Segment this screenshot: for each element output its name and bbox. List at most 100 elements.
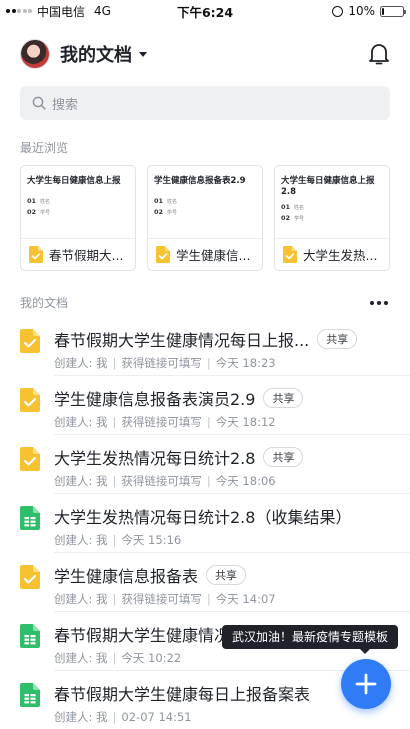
header: 我的文档 (0, 22, 410, 86)
create-button[interactable] (341, 659, 391, 709)
doc-title: 大学生发热情况每日统计2.8 (54, 449, 256, 468)
signal-icon (6, 9, 32, 13)
preview-title: 大学生每日健康信息上报2.8 (281, 176, 375, 198)
doc-list-item[interactable]: 大学生发热情况每日统计2.8 共享 创建人: 我 | 获得链接可填写 | 今天 18:06 (0, 435, 410, 494)
doc-meta: 创建人: 我 | 今天 15:16 (54, 532, 410, 548)
search-icon (32, 96, 46, 110)
status-bar: 中国电信 4G 下午6:24 10% (0, 0, 410, 22)
doc-creator: 创建人: 我 (54, 474, 108, 488)
page-title[interactable]: 我的文档 (60, 41, 132, 67)
doc-title-line: 大学生发热情况每日统计2.8（收集结果） (54, 503, 410, 529)
doc-meta: 创建人: 我 | 获得链接可填写 | 今天 18:06 (54, 473, 410, 489)
doc-creator: 创建人: 我 (54, 415, 108, 429)
doc-link-permission: 获得链接可填写 (121, 592, 202, 606)
form-doc-icon (20, 565, 40, 589)
doc-creator: 创建人: 我 (54, 651, 108, 665)
recent-card-footer: 大学生发热... (275, 239, 389, 270)
preview-title: 大学生每日健康信息上报 (27, 176, 121, 186)
doc-title: 春节假期大学生健康情况 (54, 626, 231, 645)
doc-title-line: 学生健康信息报备表 共享 (54, 562, 410, 588)
form-doc-icon (156, 246, 170, 263)
chevron-down-icon[interactable] (139, 51, 147, 57)
avatar[interactable] (20, 39, 50, 69)
docs-section-header: 我的文档 (0, 294, 410, 311)
doc-list-item[interactable]: 大学生发热情况每日统计2.8（收集结果） 创建人: 我 | 今天 15:16 (0, 494, 410, 553)
doc-time: 02-07 14:51 (121, 710, 192, 724)
doc-link-permission: 获得链接可填写 (121, 415, 202, 429)
sheet-doc-icon (20, 624, 40, 648)
meta-separator: | (206, 592, 211, 606)
meta-separator: | (112, 474, 117, 488)
doc-link-permission: 获得链接可填写 (121, 474, 202, 488)
doc-title: 学生健康信息报备表 (54, 567, 199, 586)
recent-card-preview: 大学生每日健康信息上报2.8 01 姓名 02 学号 (275, 166, 389, 239)
form-doc-icon (20, 388, 40, 412)
search-placeholder: 搜索 (52, 97, 79, 113)
doc-meta: 创建人: 我 | 02-07 14:51 (54, 709, 410, 725)
doc-time: 今天 14:07 (215, 592, 276, 606)
recent-card-preview: 大学生每日健康信息上报 01 姓名 02 学号 (21, 166, 135, 239)
recent-list: 大学生每日健康信息上报 01 姓名 02 学号 春节假期大... 学生健康信息报备表… (0, 165, 410, 271)
meta-separator: | (112, 710, 117, 724)
doc-list-item[interactable]: 学生健康信息报备表演员2.9 共享 创建人: 我 | 获得链接可填写 | 今天 18:12 (0, 376, 410, 435)
orientation-lock-icon (332, 5, 344, 17)
meta-separator: | (112, 651, 117, 665)
doc-list-item[interactable]: 春节假期大学生健康情况每日上报... 共享 创建人: 我 | 获得链接可填写 | 今天 1… (0, 317, 410, 376)
shared-badge: 共享 (263, 447, 304, 467)
recent-card[interactable]: 大学生每日健康信息上报2.8 01 姓名 02 学号 大学生发热... (274, 165, 390, 271)
doc-title-line: 学生健康信息报备表演员2.9 共享 (54, 385, 410, 411)
battery-percent: 10% (348, 4, 375, 18)
form-doc-icon (20, 447, 40, 471)
doc-title-line: 大学生发热情况每日统计2.8 共享 (54, 444, 410, 470)
recent-card-preview: 学生健康信息报备表2.9 01 姓名 02 学号 (148, 166, 262, 239)
doc-time: 今天 18:06 (215, 474, 276, 488)
recent-card-name: 春节假期大... (49, 248, 124, 263)
recent-card-name: 大学生发热... (303, 248, 378, 263)
recent-card-footer: 学生健康信... (148, 239, 262, 270)
doc-time: 今天 10:22 (121, 651, 182, 665)
meta-separator: | (112, 533, 117, 547)
doc-title: 春节假期大学生健康情况每日上报... (54, 331, 310, 350)
docs-section-label: 我的文档 (20, 296, 69, 310)
doc-link-permission: 获得链接可填写 (121, 356, 202, 370)
doc-text: 春节假期大学生健康情况每日上报... 共享 创建人: 我 | 获得链接可填写 | 今天 1… (54, 326, 410, 376)
recent-card-footer: 春节假期大... (21, 239, 135, 270)
recent-card[interactable]: 大学生每日健康信息上报 01 姓名 02 学号 春节假期大... (20, 165, 136, 271)
network-label: 4G (94, 4, 111, 18)
doc-title-line: 春节假期大学生健康情况每日上报... 共享 (54, 326, 410, 352)
meta-separator: | (112, 592, 117, 606)
template-tooltip[interactable]: 武汉加油！最新疫情专题模板 (222, 625, 399, 654)
sheet-doc-icon (20, 506, 40, 530)
doc-meta: 创建人: 我 | 获得链接可填写 | 今天 18:12 (54, 414, 410, 430)
clock: 下午6:24 (176, 4, 234, 20)
doc-list-item[interactable]: 学生健康信息报备表 共享 创建人: 我 | 获得链接可填写 | 今天 14:07 (0, 553, 410, 612)
doc-creator: 创建人: 我 (54, 356, 108, 370)
meta-separator: | (206, 415, 211, 429)
doc-text: 学生健康信息报备表演员2.9 共享 创建人: 我 | 获得链接可填写 | 今天 18:12 (54, 385, 410, 435)
doc-creator: 创建人: 我 (54, 592, 108, 606)
preview-title: 学生健康信息报备表2.9 (154, 176, 246, 186)
shared-badge: 共享 (263, 388, 304, 408)
doc-title: 春节假期大学生健康每日上报备案表 (54, 685, 311, 704)
more-icon[interactable] (370, 300, 388, 305)
form-doc-icon (20, 329, 40, 353)
meta-separator: | (112, 415, 117, 429)
sheet-doc-icon (20, 683, 40, 707)
search-input[interactable]: 搜索 (20, 86, 390, 120)
doc-text: 大学生发热情况每日统计2.8（收集结果） 创建人: 我 | 今天 15:16 (54, 503, 410, 553)
doc-title: 学生健康信息报备表演员2.9 (54, 390, 256, 409)
plus-icon (355, 673, 377, 695)
recent-card-name: 学生健康信... (176, 248, 251, 263)
doc-meta: 创建人: 我 | 获得链接可填写 | 今天 14:07 (54, 591, 410, 607)
recent-section-label: 最近浏览 (20, 141, 69, 155)
doc-time: 今天 18:12 (215, 415, 276, 429)
recent-card[interactable]: 学生健康信息报备表2.9 01 姓名 02 学号 学生健康信... (147, 165, 263, 271)
bell-icon[interactable] (368, 42, 390, 66)
doc-meta: 创建人: 我 | 获得链接可填写 | 今天 18:23 (54, 355, 410, 371)
shared-badge: 共享 (206, 565, 247, 585)
form-doc-icon (29, 246, 43, 263)
preview-fields: 01 姓名 02 学号 (154, 197, 178, 216)
doc-creator: 创建人: 我 (54, 710, 108, 724)
meta-separator: | (112, 356, 117, 370)
doc-time: 今天 18:23 (215, 356, 276, 370)
